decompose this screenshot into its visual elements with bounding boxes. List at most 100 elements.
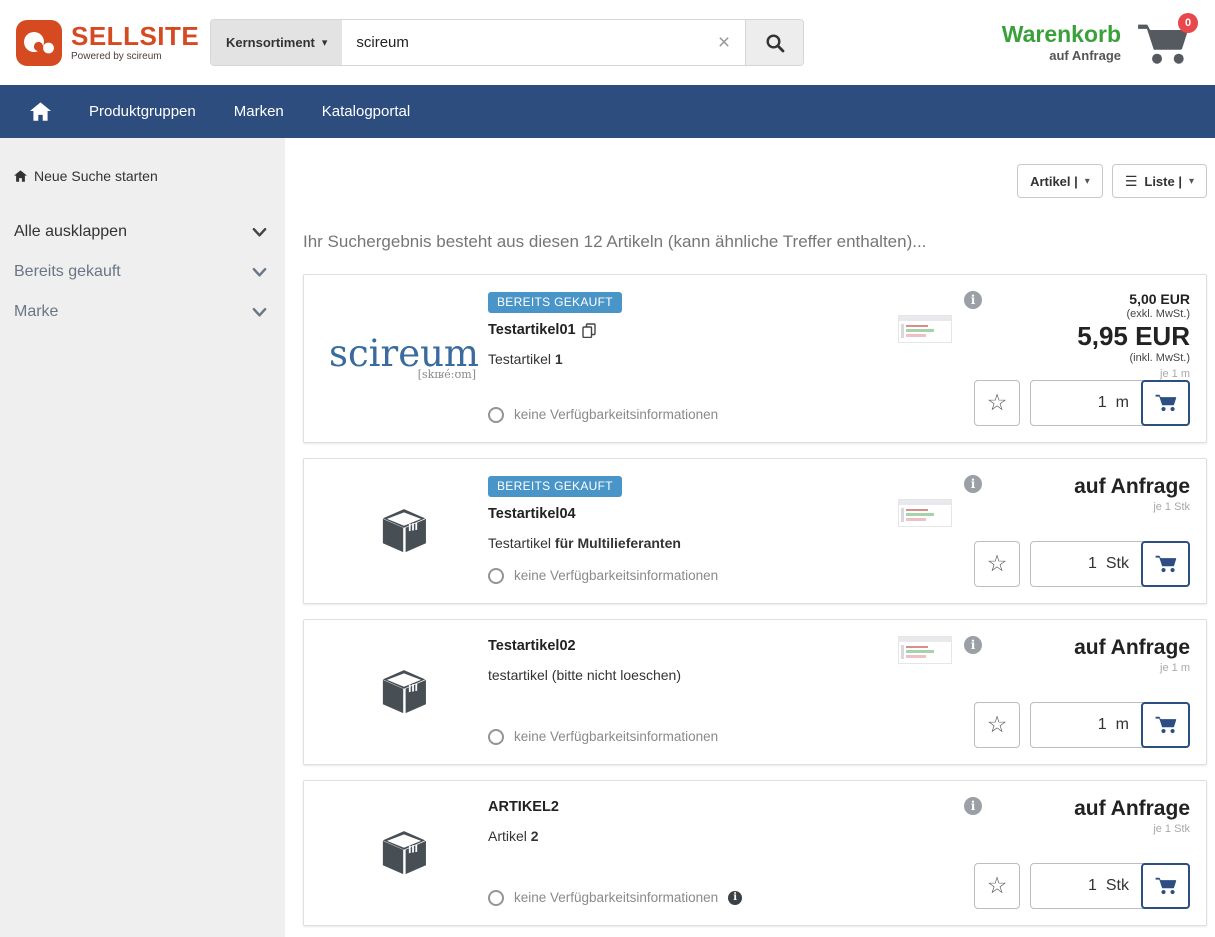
quantity-input[interactable]: 1m: [1031, 703, 1142, 747]
nav-marken[interactable]: Marken: [234, 103, 284, 120]
list-icon: ☰: [1125, 174, 1138, 188]
package-icon: [378, 504, 430, 558]
header: SELLSITE Powered by scireum Kernsortimen…: [0, 0, 1215, 85]
product-image[interactable]: [320, 797, 488, 909]
price-main: auf Anfrage: [1074, 636, 1190, 659]
quantity-input[interactable]: 1Stk: [1031, 864, 1142, 908]
filter-label: Alle ausklappen: [14, 223, 127, 241]
chevron-down-icon: [252, 227, 267, 238]
add-to-cart-button[interactable]: [1141, 541, 1190, 587]
results-list: scireum [skɪʁé:ʊm] BEREITS GEKAUFT Testa…: [303, 274, 1207, 926]
price-unit-note: je 1 Stk: [1074, 823, 1190, 835]
price-excl-note: (exkl. MwSt.): [1077, 307, 1190, 321]
price-main: auf Anfrage: [1074, 797, 1190, 820]
cart-area[interactable]: Warenkorb auf Anfrage 0: [1002, 20, 1199, 66]
package-icon: [378, 826, 430, 880]
cart-icon: [1155, 876, 1177, 895]
caret-down-icon: ▾: [1189, 176, 1194, 187]
price-unit-note: je 1 m: [1074, 662, 1190, 674]
results-summary: Ihr Suchergebnis besteht aus diesen 12 A…: [303, 232, 1207, 252]
search-icon: [765, 33, 785, 53]
copy-icon[interactable]: [582, 323, 596, 338]
product-subtitle: Artikel 2: [488, 828, 539, 844]
cart-label: Warenkorb: [1002, 22, 1121, 47]
cart-icon: [1155, 715, 1177, 734]
product-title[interactable]: Testartikel01: [488, 322, 576, 338]
info-icon[interactable]: i: [964, 636, 982, 654]
search-button[interactable]: [745, 20, 803, 65]
availability-indicator: [488, 568, 504, 584]
quantity-input[interactable]: 1Stk: [1031, 542, 1142, 586]
price-block: auf Anfrage je 1 Stk: [1074, 475, 1190, 513]
favorite-button[interactable]: ☆: [974, 702, 1020, 748]
availability-indicator: [488, 407, 504, 423]
info-icon[interactable]: i: [964, 797, 982, 815]
product-image[interactable]: [320, 475, 488, 587]
nav-produktgruppen[interactable]: Produktgruppen: [89, 103, 196, 120]
cart-button[interactable]: 0: [1137, 20, 1189, 66]
nav-home[interactable]: [30, 102, 51, 121]
info-icon[interactable]: i: [728, 891, 742, 905]
add-to-cart-button[interactable]: [1141, 380, 1190, 426]
product-image[interactable]: [320, 636, 488, 748]
caret-down-icon: ▾: [1085, 176, 1090, 187]
artikel-view-label: Artikel |: [1030, 174, 1078, 189]
filter-sidebar: Neue Suche starten Alle ausklappen Berei…: [0, 138, 285, 937]
star-icon: ☆: [987, 872, 1008, 899]
cart-icon: [1155, 393, 1177, 412]
sidebar-item-bereits-gekauft[interactable]: Bereits gekauft: [12, 252, 269, 292]
price-unit-note: je 1 Stk: [1074, 501, 1190, 513]
price-incl-note: (inkl. MwSt.): [1077, 351, 1190, 365]
quantity-control: 1m: [1030, 380, 1190, 426]
view-toolbar: Artikel | ▾ ☰ Liste | ▾: [303, 164, 1207, 198]
availability-text: keine Verfügbarkeitsinformationen: [514, 890, 718, 905]
quantity-control: 1Stk: [1030, 863, 1190, 909]
product-image[interactable]: scireum [skɪʁé:ʊm]: [320, 291, 488, 426]
product-title[interactable]: Testartikel02: [488, 638, 576, 654]
liste-view-button[interactable]: ☰ Liste | ▾: [1112, 164, 1207, 198]
product-title[interactable]: ARTIKEL2: [488, 799, 559, 815]
quantity-input[interactable]: 1m: [1031, 381, 1142, 425]
product-card-testartikel04: BEREITS GEKAUFT Testartikel04 Testartike…: [303, 458, 1207, 604]
favorite-button[interactable]: ☆: [974, 380, 1020, 426]
product-thumbnail[interactable]: [898, 636, 952, 664]
new-search-link[interactable]: Neue Suche starten: [12, 168, 269, 184]
sidebar-item-marke[interactable]: Marke: [12, 292, 269, 332]
search-bar: Kernsortiment ▾ ×: [210, 19, 804, 66]
star-icon: ☆: [987, 711, 1008, 738]
price-block: auf Anfrage je 1 Stk: [1074, 797, 1190, 835]
home-icon: [30, 102, 51, 121]
info-icon[interactable]: i: [964, 291, 982, 309]
favorite-button[interactable]: ☆: [974, 541, 1020, 587]
clear-search-icon[interactable]: ×: [703, 20, 745, 65]
brand-name: scireum: [329, 335, 479, 372]
product-card-artikel2: ARTIKEL2 Artikel 2 keine Verfügbarkeitsi…: [303, 780, 1207, 926]
availability-text: keine Verfügbarkeitsinformationen: [514, 407, 718, 422]
favorite-button[interactable]: ☆: [974, 863, 1020, 909]
price-main: auf Anfrage: [1074, 475, 1190, 498]
product-thumbnail[interactable]: [898, 315, 952, 343]
new-search-label: Neue Suche starten: [34, 168, 158, 184]
availability-indicator: [488, 729, 504, 745]
nav-katalogportal[interactable]: Katalogportal: [322, 103, 410, 120]
app-logo[interactable]: SELLSITE Powered by scireum: [16, 20, 198, 66]
home-icon: [14, 170, 27, 182]
info-icon[interactable]: i: [964, 475, 982, 493]
scireum-brand-logo: scireum [skɪʁé:ʊm]: [329, 335, 479, 381]
results-area: Artikel | ▾ ☰ Liste | ▾ Ihr Suchergebnis…: [285, 138, 1215, 937]
cart-sublabel: auf Anfrage: [1002, 48, 1121, 63]
search-category-dropdown[interactable]: Kernsortiment ▾: [211, 20, 342, 65]
product-thumbnail[interactable]: [898, 499, 952, 527]
artikel-view-button[interactable]: Artikel | ▾: [1017, 164, 1103, 198]
search-category-label: Kernsortiment: [226, 35, 315, 50]
product-title[interactable]: Testartikel04: [488, 506, 576, 522]
chevron-down-icon: [252, 307, 267, 318]
price-incl: 5,95 EUR: [1077, 323, 1190, 350]
add-to-cart-button[interactable]: [1141, 702, 1190, 748]
sidebar-item-alle-ausklappen[interactable]: Alle ausklappen: [12, 212, 269, 252]
add-to-cart-button[interactable]: [1141, 863, 1190, 909]
cart-count-badge: 0: [1178, 13, 1198, 33]
search-input[interactable]: [342, 20, 703, 65]
availability-row: keine Verfügbarkeitsinformationen: [488, 729, 718, 748]
price-excl: 5,00 EUR: [1077, 291, 1190, 307]
